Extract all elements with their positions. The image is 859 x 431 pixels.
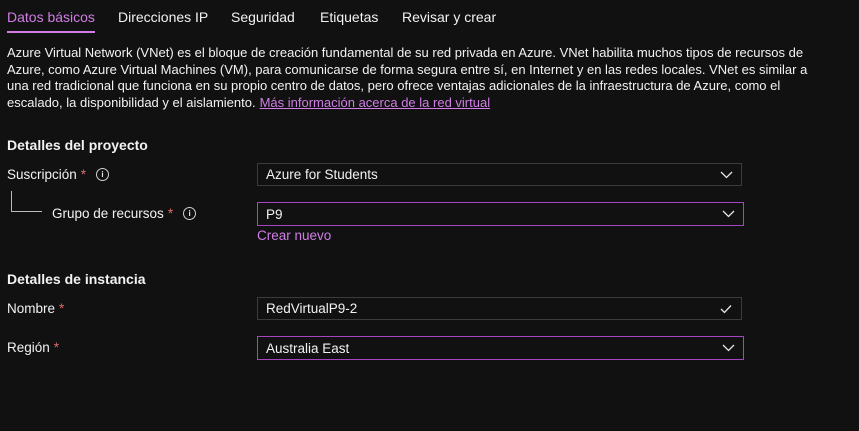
hierarchy-connector [11,191,42,212]
instance-details-heading: Detalles de instancia [7,271,146,287]
chevron-down-icon [711,171,741,179]
active-tab-indicator [7,31,95,33]
name-label: Nombre [7,301,56,316]
resource-group-label-row: Grupo de recursos * i [52,206,197,221]
required-marker: * [80,167,87,182]
subscription-value: Azure for Students [266,167,378,182]
tab-bar: Datos básicos Direcciones IP Seguridad E… [0,0,859,34]
region-label-row: Región * [7,340,59,355]
tab-etiquetas[interactable]: Etiquetas [320,9,378,25]
required-marker: * [59,301,65,316]
resource-group-value: P9 [266,206,283,222]
region-label: Región [7,340,50,355]
info-icon[interactable]: i [96,168,110,181]
name-label-row: Nombre * [7,301,64,316]
chevron-down-icon [713,210,743,218]
create-new-link[interactable]: Crear nuevo [257,228,331,243]
region-value: Australia East [266,340,350,356]
tab-datos-basicos[interactable]: Datos básicos [7,9,95,25]
tab-revisar-y-crear[interactable]: Revisar y crear [402,9,496,25]
name-input[interactable]: RedVirtualP9-2 [257,297,742,320]
tab-seguridad[interactable]: Seguridad [231,9,295,25]
chevron-down-icon [713,344,743,352]
tab-direcciones-ip[interactable]: Direcciones IP [118,9,208,25]
name-value: RedVirtualP9-2 [266,301,358,316]
resource-group-label: Grupo de recursos [52,206,164,221]
resource-group-dropdown[interactable]: P9 [257,202,744,226]
region-dropdown[interactable]: Australia East [257,336,744,360]
info-icon[interactable]: i [183,207,197,220]
subscription-label: Suscripción [7,167,77,182]
learn-more-link[interactable]: Más información acerca de la red virtual [260,95,491,110]
subscription-dropdown[interactable]: Azure for Students [257,163,742,186]
subscription-label-row: Suscripción * i [7,167,110,182]
required-marker: * [53,340,60,355]
description: Azure Virtual Network (VNet) es el bloqu… [7,45,832,111]
required-marker: * [167,206,174,221]
project-details-heading: Detalles del proyecto [7,137,148,153]
checkmark-icon [711,304,741,314]
